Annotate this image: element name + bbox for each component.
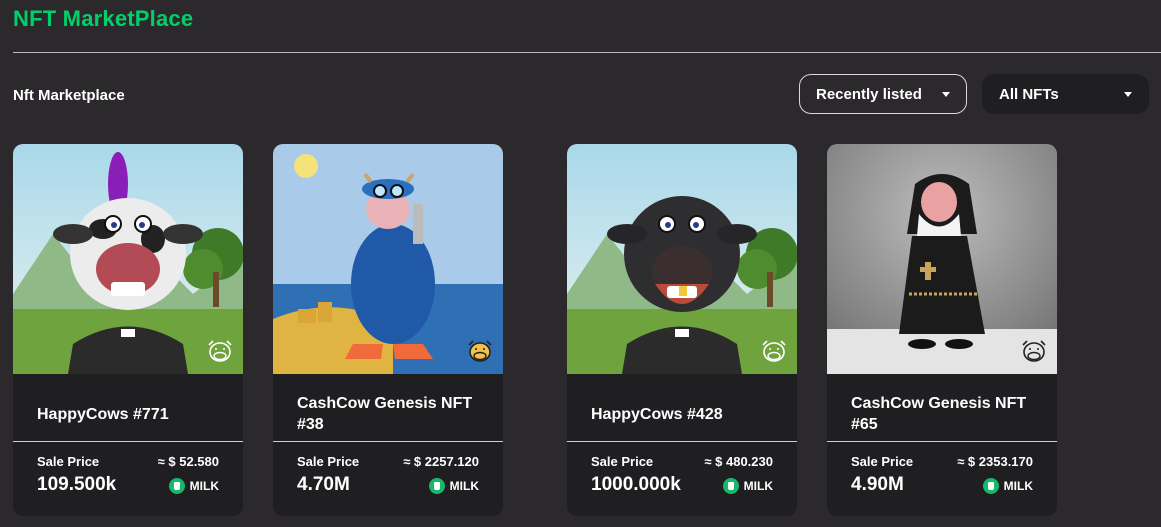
nft-name: CashCow Genesis NFT #38 xyxy=(297,395,473,433)
sale-price-label: Sale Price xyxy=(591,454,654,469)
nft-card[interactable]: HappyCows #428 Sale Price ≈ $ 480.230 10… xyxy=(567,144,797,516)
cow-logo-icon xyxy=(762,340,786,362)
nft-card[interactable]: CashCow Genesis NFT #38 Sale Price ≈ $ 2… xyxy=(273,144,503,516)
token-symbol: MILK xyxy=(449,479,479,493)
cow-logo-icon xyxy=(1022,340,1046,362)
token-symbol: MILK xyxy=(1003,479,1033,493)
nft-image-black-cow-gold-tooth xyxy=(567,144,797,374)
nft-card[interactable]: CashCow Genesis NFT #65 Sale Price ≈ $ 2… xyxy=(827,144,1057,516)
card-divider xyxy=(273,441,503,442)
card-divider xyxy=(567,441,797,442)
token-price: 4.90M xyxy=(851,474,904,495)
sort-dropdown[interactable]: Recently listed xyxy=(799,74,967,114)
header-divider xyxy=(13,52,1161,53)
token-tag: MILK xyxy=(168,478,219,494)
nft-image-nun-cow xyxy=(827,144,1057,374)
section-label: Nft Marketplace xyxy=(13,87,125,104)
token-tag: MILK xyxy=(982,478,1033,494)
token-tag: MILK xyxy=(722,478,773,494)
nft-card[interactable]: HappyCows #771 Sale Price ≈ $ 52.580 109… xyxy=(13,144,243,516)
chevron-down-icon xyxy=(1124,91,1132,97)
token-symbol: MILK xyxy=(743,479,773,493)
token-price: 109.500k xyxy=(37,474,117,495)
sort-dropdown-value: Recently listed xyxy=(816,85,922,103)
page-title: NFT MarketPlace xyxy=(13,6,194,31)
nft-name: CashCow Genesis NFT #65 xyxy=(851,395,1027,433)
milk-token-icon xyxy=(982,478,999,494)
milk-token-icon xyxy=(722,478,739,494)
filter-dropdown[interactable]: All NFTs xyxy=(982,74,1149,114)
chevron-down-icon xyxy=(942,91,950,97)
sale-price-label: Sale Price xyxy=(297,454,360,469)
sale-price-label: Sale Price xyxy=(851,454,914,469)
filter-dropdown-value: All NFTs xyxy=(999,85,1059,103)
milk-token-icon xyxy=(428,478,445,494)
token-symbol: MILK xyxy=(189,479,219,493)
nft-image-diver-cow xyxy=(273,144,503,374)
usd-price: ≈ $ 52.580 xyxy=(157,454,219,469)
cow-logo-icon xyxy=(468,340,492,362)
token-tag: MILK xyxy=(428,478,479,494)
nft-image-zebra-punk-cow xyxy=(13,144,243,374)
milk-token-icon xyxy=(168,478,185,494)
nft-name: HappyCows #428 xyxy=(591,405,723,423)
card-divider xyxy=(13,441,243,442)
card-divider xyxy=(827,441,1057,442)
usd-price: ≈ $ 2257.120 xyxy=(403,454,479,469)
cow-logo-icon xyxy=(208,340,232,362)
nft-name: HappyCows #771 xyxy=(37,405,169,423)
token-price: 1000.000k xyxy=(591,474,681,495)
token-price: 4.70M xyxy=(297,474,350,495)
usd-price: ≈ $ 2353.170 xyxy=(957,454,1033,469)
sale-price-label: Sale Price xyxy=(37,454,100,469)
usd-price: ≈ $ 480.230 xyxy=(704,454,773,469)
